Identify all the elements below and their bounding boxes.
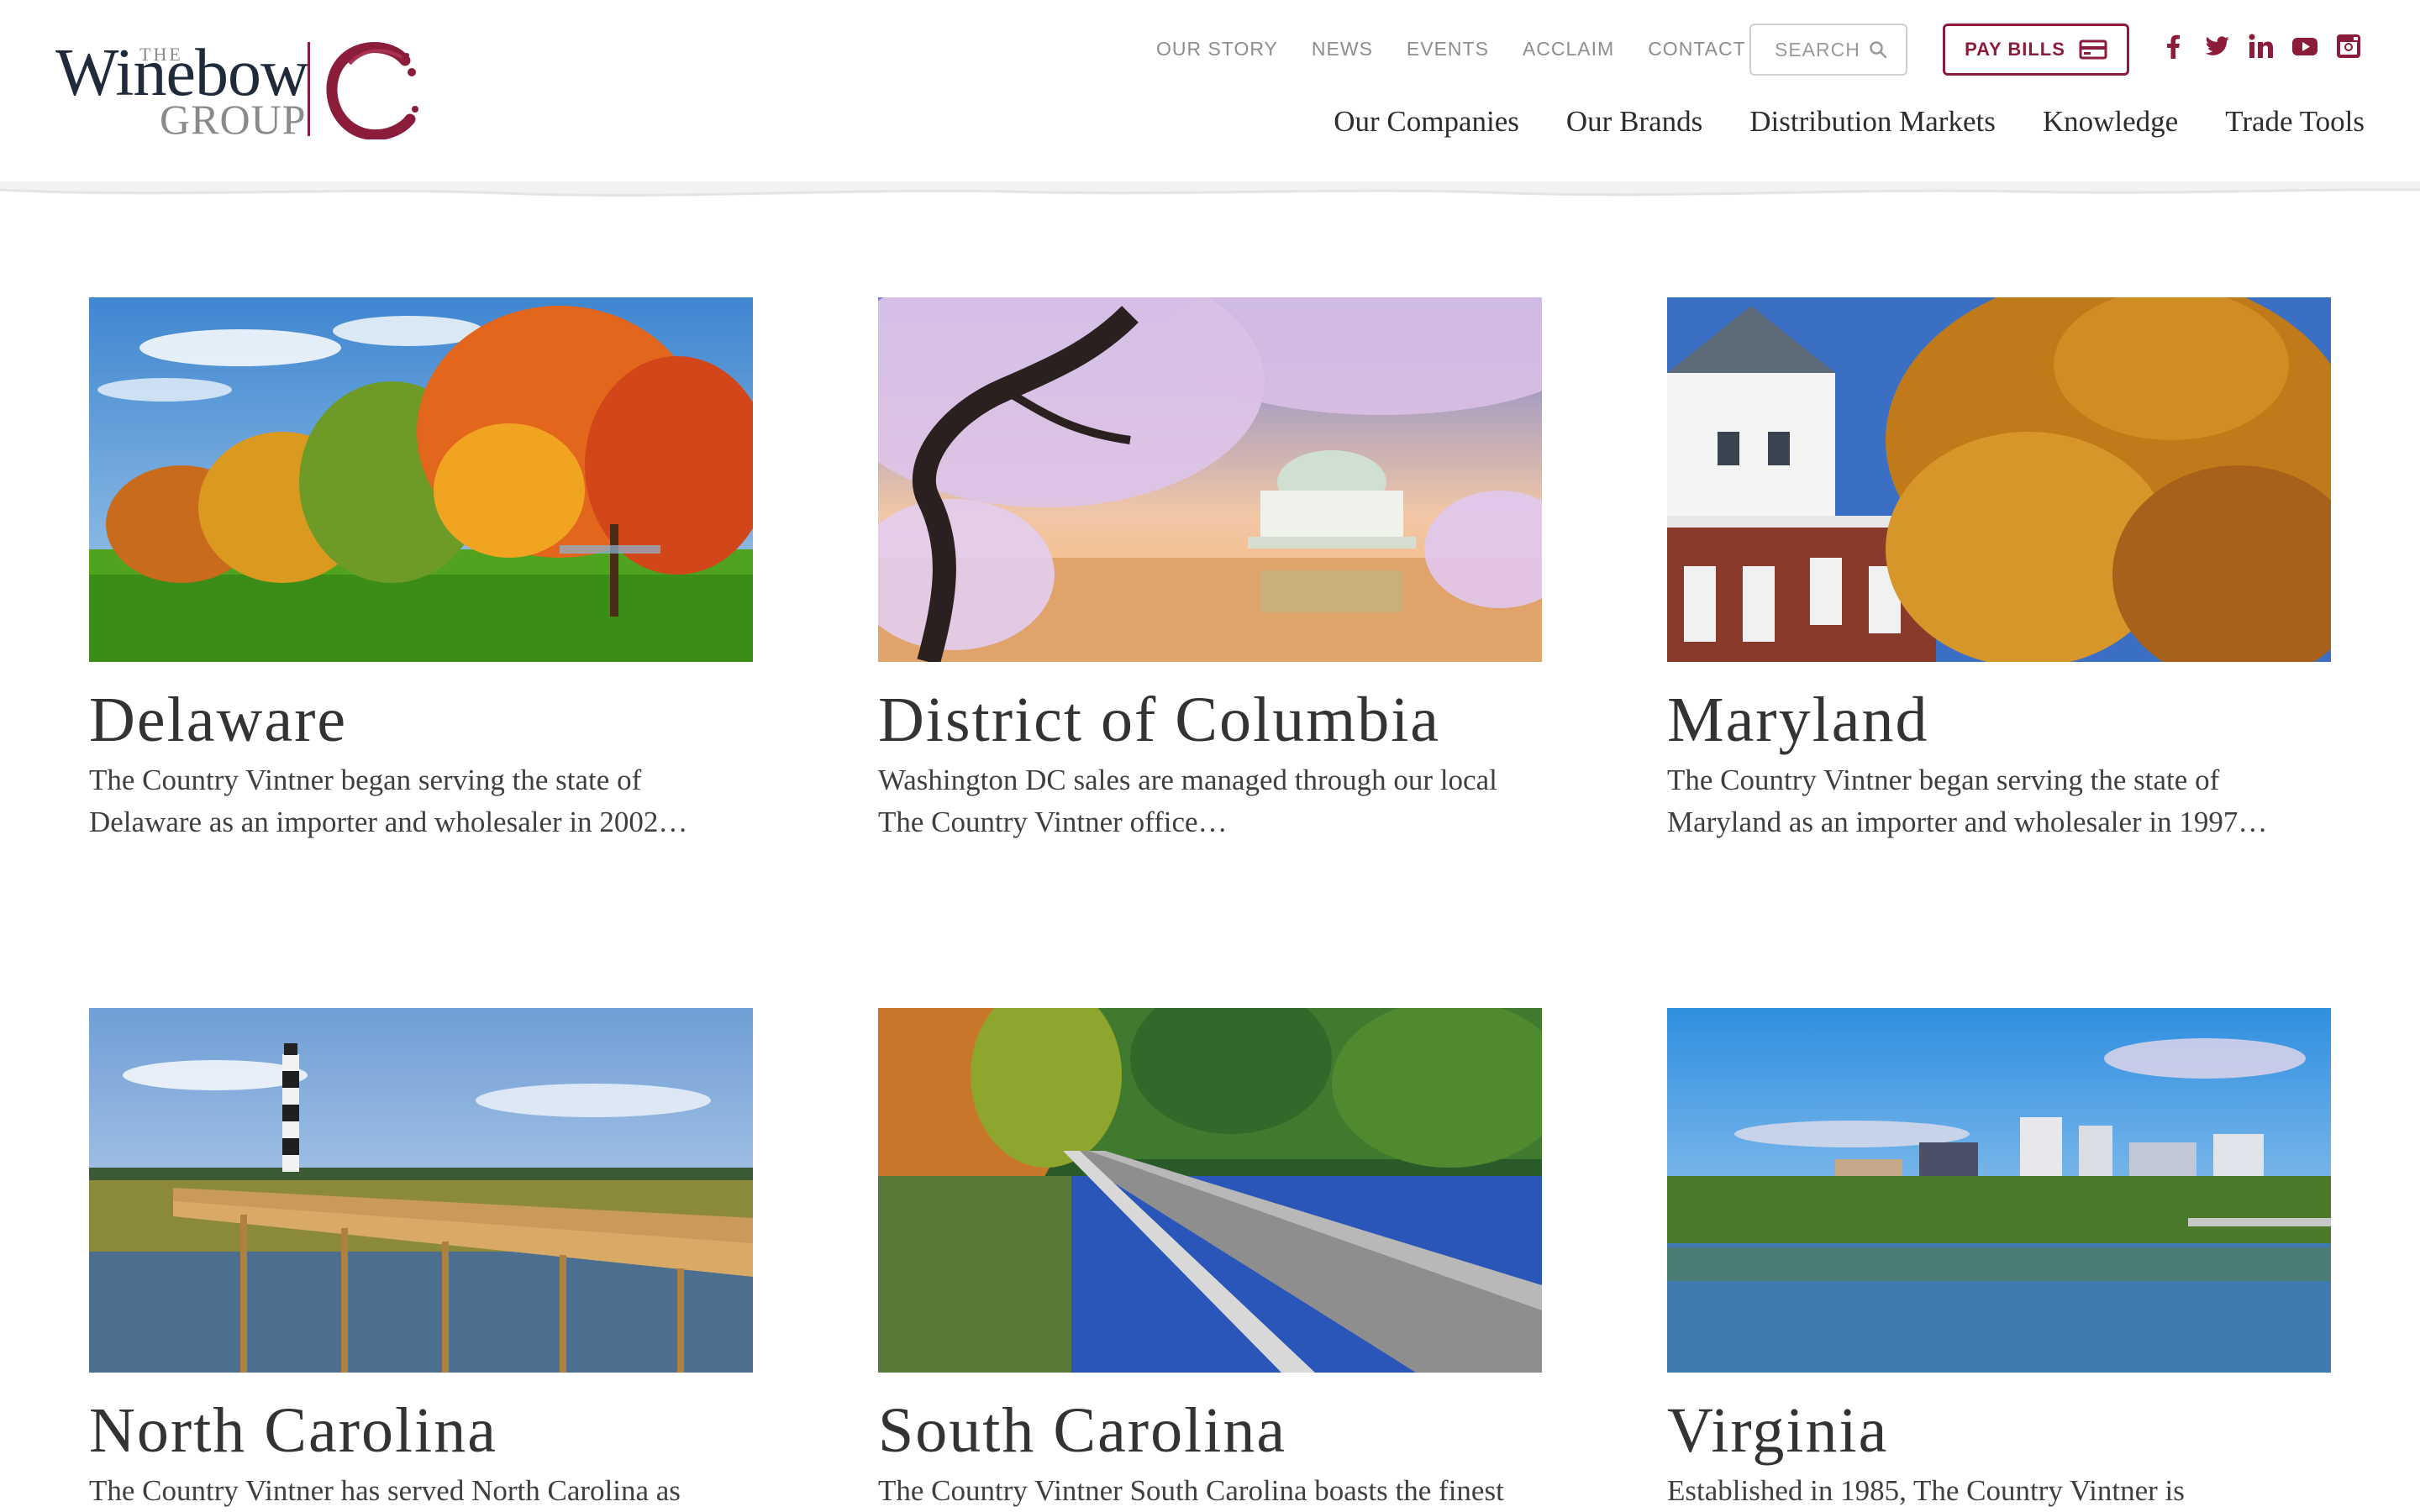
market-title[interactable]: Delaware: [89, 684, 347, 757]
logo-divider: [308, 42, 310, 136]
market-card-virginia[interactable]: Virginia Established in 1985, The Countr…: [1667, 1008, 2331, 1507]
market-title[interactable]: North Carolina: [89, 1394, 497, 1467]
instagram-icon[interactable]: [2334, 32, 2363, 60]
main-nav-distribution-markets[interactable]: Distribution Markets: [1749, 102, 1996, 141]
south-carolina-photo[interactable]: [878, 1008, 1542, 1373]
maryland-photo[interactable]: [1667, 297, 2331, 662]
market-description: Washington DC sales are managed through …: [878, 764, 1497, 838]
social-links: [2160, 32, 2363, 60]
main-nav-our-companies[interactable]: Our Companies: [1334, 102, 1519, 141]
market-title[interactable]: South Carolina: [878, 1394, 1286, 1467]
market-description: The Country Vintner began serving the st…: [89, 764, 688, 838]
market-description: The Country Vintner has served North Car…: [89, 1474, 681, 1507]
market-description: The Country Vintner South Carolina boast…: [878, 1474, 1504, 1507]
search-icon[interactable]: [1869, 40, 1887, 59]
market-title[interactable]: Virginia: [1667, 1394, 1888, 1467]
market-title[interactable]: Maryland: [1667, 684, 1928, 757]
market-card-maryland[interactable]: Maryland The Country Vintner began servi…: [1667, 297, 2331, 838]
main-nav-our-brands[interactable]: Our Brands: [1566, 102, 1702, 141]
util-nav-events[interactable]: EVENTS: [1407, 35, 1489, 62]
util-nav-news[interactable]: NEWS: [1312, 35, 1373, 62]
util-nav-acclaim[interactable]: ACCLAIM: [1523, 35, 1614, 62]
wine-ring-logo-icon: [326, 42, 418, 139]
market-title[interactable]: District of Columbia: [878, 684, 1440, 757]
market-card-delaware[interactable]: Delaware The Country Vintner began servi…: [89, 297, 753, 838]
main-nav-trade-tools[interactable]: Trade Tools: [2225, 102, 2365, 141]
torn-paper-divider: [0, 181, 2420, 197]
main-nav: Our Companies Our Brands Distribution Ma…: [1334, 102, 2365, 141]
main-nav-knowledge[interactable]: Knowledge: [2043, 102, 2178, 141]
twitter-icon[interactable]: [2203, 32, 2232, 60]
district-of-columbia-photo[interactable]: [878, 297, 1542, 662]
search-input[interactable]: [1775, 38, 1859, 61]
facebook-icon[interactable]: [2160, 32, 2188, 60]
site-header: THE Winebow GROUP OUR STORY NEWS EVENTS …: [0, 0, 2420, 202]
pay-bills-label: PAY BILLS: [1965, 39, 2065, 60]
delaware-photo[interactable]: [89, 297, 753, 662]
north-carolina-photo[interactable]: [89, 1008, 753, 1373]
util-nav-our-story[interactable]: OUR STORY: [1156, 35, 1278, 62]
market-card-district-of-columbia[interactable]: District of Columbia Washington DC sales…: [878, 297, 1542, 838]
market-card-north-carolina[interactable]: North Carolina The Country Vintner has s…: [89, 1008, 753, 1507]
util-nav-contact[interactable]: CONTACT: [1648, 35, 1745, 62]
market-card-south-carolina[interactable]: South Carolina The Country Vintner South…: [878, 1008, 1542, 1507]
credit-card-icon: [2079, 39, 2107, 60]
logo-group: GROUP: [160, 96, 307, 143]
youtube-icon[interactable]: [2291, 32, 2319, 60]
virginia-photo[interactable]: [1667, 1008, 2331, 1373]
search-box[interactable]: [1749, 24, 1907, 76]
linkedin-icon[interactable]: [2247, 32, 2275, 60]
utility-nav: OUR STORY NEWS EVENTS ACCLAIM CONTACT: [1156, 35, 1746, 62]
market-description: The Country Vintner began serving the st…: [1667, 764, 2268, 838]
market-description: Established in 1985, The Country Vintner…: [1667, 1474, 2185, 1507]
pay-bills-button[interactable]: PAY BILLS: [1943, 24, 2129, 76]
winebow-group-logo[interactable]: THE Winebow GROUP: [55, 35, 425, 144]
